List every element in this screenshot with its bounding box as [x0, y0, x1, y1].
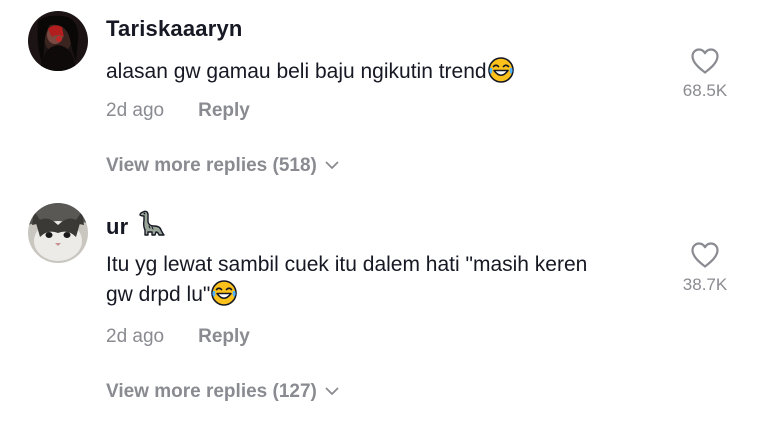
heart-icon[interactable] — [690, 242, 720, 273]
reply-button[interactable]: Reply — [198, 326, 250, 347]
username[interactable]: ur — [106, 208, 166, 244]
view-more-replies-button[interactable]: View more replies (518) — [106, 154, 339, 177]
avatar[interactable] — [28, 11, 88, 71]
comment-text: alasan gw gamau beli baju ngikutin trend — [106, 57, 514, 92]
comment-text: Itu yg lewat sambil cuek itu dalem hati … — [106, 250, 587, 315]
dinosaur-emoji — [136, 208, 166, 244]
comment-meta: 2d ago Reply — [106, 326, 250, 348]
username-text[interactable]: Tariskaaaryn — [106, 16, 243, 41]
username-text[interactable]: ur — [106, 214, 128, 239]
comment-text-content: alasan gw gamau beli baju ngikutin trend — [106, 60, 487, 83]
username[interactable]: Tariskaaaryn — [106, 16, 243, 42]
face-with-tears-of-joy-emoji — [487, 57, 514, 92]
like-button[interactable]: 38.7K — [665, 241, 745, 295]
comment-text-line: gw drpd lu" — [106, 280, 587, 315]
view-more-replies-label: View more replies (127) — [106, 381, 317, 402]
like-count: 38.7K — [682, 275, 728, 294]
heart-icon[interactable] — [690, 48, 720, 79]
timestamp: 2d ago — [106, 326, 165, 347]
face-with-tears-of-joy-emoji — [211, 280, 238, 315]
chevron-down-icon — [325, 380, 339, 402]
avatar[interactable] — [28, 203, 88, 263]
comment-item: ur Itu yg lewat sambil cuek itu dalem ha… — [0, 190, 759, 421]
comment-meta: 2d ago Reply — [106, 100, 250, 122]
like-button[interactable]: 68.5K — [665, 47, 745, 101]
chevron-down-icon — [325, 154, 339, 176]
comment-text-line: Itu yg lewat sambil cuek itu dalem hati … — [106, 253, 588, 276]
view-more-replies-label: View more replies (518) — [106, 155, 317, 176]
comment-item: Tariskaaaryn alasan gw gamau beli baju n… — [0, 0, 759, 190]
comment-text-content: gw drpd lu" — [106, 283, 211, 306]
like-count: 68.5K — [682, 81, 728, 100]
view-more-replies-button[interactable]: View more replies (127) — [106, 380, 339, 403]
reply-button[interactable]: Reply — [198, 100, 250, 121]
timestamp: 2d ago — [106, 100, 165, 121]
